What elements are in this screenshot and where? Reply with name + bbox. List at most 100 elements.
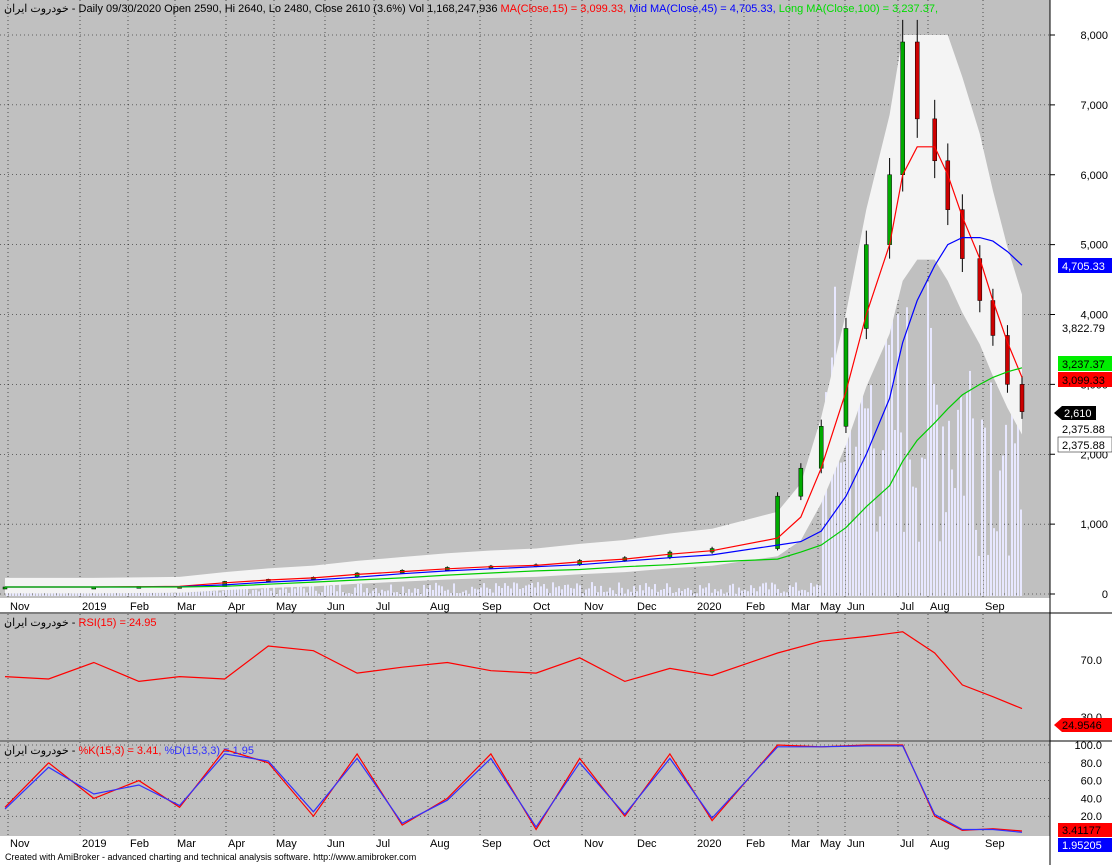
volume-bar	[948, 420, 950, 596]
volume-bar	[675, 592, 677, 596]
volume-bar	[558, 586, 560, 596]
volume-bar	[597, 592, 599, 596]
volume-bar	[588, 588, 590, 596]
volume-bar	[915, 487, 917, 596]
volume-bar	[300, 586, 302, 596]
rsi-badge: 24.9546	[1062, 720, 1102, 732]
stoch-axis-label: 40.0	[1081, 793, 1102, 805]
month-label: Sep	[482, 838, 502, 850]
volume-bar	[453, 583, 455, 596]
month-label: Nov	[584, 838, 604, 850]
month-label: Jul	[376, 601, 390, 613]
volume-bar	[798, 590, 800, 596]
volume-bar	[519, 589, 521, 596]
month-label: May	[820, 838, 841, 850]
volume-bar	[564, 584, 566, 596]
volume-bar	[975, 529, 977, 596]
volume-bar	[468, 593, 470, 596]
volume-bar	[960, 396, 962, 596]
volume-bar	[897, 314, 899, 596]
volume-bar	[435, 582, 437, 596]
volume-bar	[414, 588, 416, 596]
month-label: 2019	[82, 601, 106, 613]
month-label: Aug	[430, 601, 450, 613]
volume-bar	[945, 512, 947, 596]
volume-bar	[921, 457, 923, 596]
volume-bar	[894, 430, 896, 596]
volume-bar	[666, 583, 668, 596]
volume-bar	[669, 587, 671, 596]
month-label: Sep	[482, 601, 502, 613]
volume-bar	[999, 470, 1001, 596]
month-label: Aug	[430, 838, 450, 850]
month-label: May	[820, 601, 841, 613]
candle-body	[798, 467, 804, 497]
volume-bar	[357, 584, 359, 596]
month-label: 2019	[82, 838, 106, 850]
volume-bar	[585, 589, 587, 596]
volume-bar	[306, 592, 308, 596]
stoch-axis-label: 100.0	[1074, 740, 1102, 752]
volume-bar	[690, 590, 692, 596]
volume-bar	[1008, 555, 1010, 596]
month-label: Feb	[746, 838, 765, 850]
upper-band-label: 3,822.79	[1062, 323, 1105, 335]
volume-bar	[978, 555, 980, 596]
volume-bar	[627, 589, 629, 596]
volume-bar	[474, 588, 476, 596]
volume-bar	[936, 404, 938, 596]
volume-bar	[219, 592, 221, 596]
volume-bar	[684, 589, 686, 596]
volume-bar	[987, 554, 989, 596]
separator: -	[69, 617, 79, 629]
volume-bar	[513, 582, 515, 596]
volume-bar	[645, 583, 647, 596]
volume-bar	[288, 592, 290, 596]
volume-bar	[984, 427, 986, 596]
volume-bar	[660, 589, 662, 596]
volume-bar	[336, 591, 338, 596]
volume-bar	[456, 593, 458, 596]
volume-bar	[1020, 509, 1022, 596]
axis-label: 1,000	[1080, 519, 1108, 531]
month-label: Nov	[584, 601, 604, 613]
volume-bar	[900, 432, 902, 596]
stoch-axis-label: 20.0	[1081, 811, 1102, 823]
volume-bar	[630, 591, 632, 596]
volume-bar	[579, 585, 581, 596]
volume-bar	[339, 584, 341, 596]
axis-label: 4,000	[1080, 310, 1108, 322]
volume-bar	[510, 588, 512, 596]
month-label: Feb	[130, 601, 149, 613]
volume-bar	[369, 593, 371, 596]
month-label: Mar	[177, 838, 196, 850]
volume-bar	[486, 587, 488, 596]
axis-label: 6,000	[1080, 170, 1108, 182]
volume-bar	[495, 583, 497, 596]
volume-bar	[528, 584, 530, 596]
volume-bar	[171, 592, 173, 596]
k-label: %K(15,3) = 3.41,	[79, 745, 165, 757]
volume-bar	[210, 590, 212, 596]
symbol-name: خودروت ایران	[4, 3, 69, 15]
volume-bar	[552, 582, 554, 596]
volume-bar	[750, 585, 752, 596]
volume-bar	[996, 531, 998, 596]
volume-bar	[318, 593, 320, 596]
volume-bar	[567, 584, 569, 596]
volume-bar	[492, 592, 494, 596]
volume-bar	[771, 582, 773, 596]
rsi-axis-label: 70.0	[1081, 655, 1102, 667]
volume-bar	[780, 592, 782, 596]
volume-bar	[801, 589, 803, 596]
month-label: Jun	[847, 838, 865, 850]
volume-bar	[543, 584, 545, 596]
axis-label: 7,000	[1080, 100, 1108, 112]
volume-bar	[345, 593, 347, 596]
volume-bar	[687, 587, 689, 596]
volume-bar	[642, 590, 644, 596]
volume-bar	[342, 591, 344, 596]
volume-bar	[594, 586, 596, 596]
volume-bar	[426, 588, 428, 596]
volume-bar	[555, 587, 557, 596]
